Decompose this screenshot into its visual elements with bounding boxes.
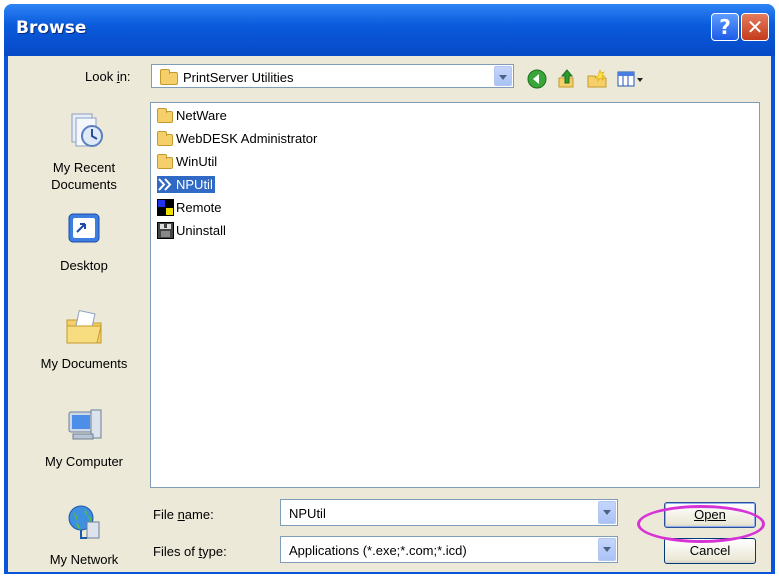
folder-icon bbox=[157, 130, 174, 147]
place-my-documents[interactable]: My Documents bbox=[26, 306, 142, 372]
title-bar[interactable]: Browse ? ✕ bbox=[4, 4, 775, 56]
list-item[interactable]: WebDESK Administrator bbox=[157, 130, 319, 150]
list-item[interactable]: NetWare bbox=[157, 107, 229, 127]
place-label: My Documents bbox=[40, 356, 128, 371]
my-computer-icon bbox=[68, 409, 102, 440]
place-label: My Recent bbox=[52, 160, 116, 175]
place-my-recent-documents[interactable]: My Recent Documents bbox=[26, 110, 142, 193]
file-name-label: File name: bbox=[153, 507, 214, 522]
file-list[interactable]: NetWare WebDESK Administrator WinUtil NP… bbox=[150, 102, 760, 488]
new-folder-icon[interactable] bbox=[586, 68, 608, 90]
look-in-label: Look in: bbox=[85, 69, 131, 84]
dialog-body: Look in: PrintServer Utilities My Recent… bbox=[8, 56, 771, 572]
help-button[interactable]: ? bbox=[711, 13, 739, 41]
place-my-network[interactable]: My Network bbox=[26, 502, 142, 568]
my-documents-icon bbox=[66, 309, 102, 344]
look-in-value: PrintServer Utilities bbox=[183, 70, 294, 85]
view-menu-icon[interactable] bbox=[616, 68, 646, 90]
files-of-type-value: Applications (*.exe;*.com;*.icd) bbox=[289, 543, 467, 558]
recent-documents-icon bbox=[71, 113, 103, 147]
list-item[interactable]: Uninstall bbox=[157, 222, 228, 242]
chevron-down-icon[interactable] bbox=[494, 66, 512, 86]
list-item[interactable]: NPUtil bbox=[157, 176, 215, 196]
list-item[interactable]: WinUtil bbox=[157, 153, 219, 173]
chevron-down-icon[interactable] bbox=[598, 501, 616, 524]
places-bar: My Recent Documents Desktop My Documents bbox=[26, 102, 142, 572]
file-name-input[interactable]: NPUtil bbox=[280, 499, 618, 526]
remote-app-icon bbox=[157, 199, 174, 217]
files-of-type-label: Files of type: bbox=[153, 544, 227, 559]
chevron-down-icon[interactable] bbox=[598, 538, 616, 561]
npu-app-icon bbox=[157, 176, 174, 194]
files-of-type-dropdown[interactable]: Applications (*.exe;*.com;*.icd) bbox=[280, 536, 618, 563]
place-label: Desktop bbox=[60, 258, 108, 273]
place-my-computer[interactable]: My Computer bbox=[26, 404, 142, 470]
window-title: Browse bbox=[16, 18, 87, 38]
place-label: Documents bbox=[51, 177, 117, 192]
up-folder-icon[interactable] bbox=[556, 68, 578, 90]
folder-icon bbox=[157, 153, 174, 170]
folder-icon bbox=[157, 107, 174, 124]
desktop-icon bbox=[68, 213, 100, 243]
place-label: My Network bbox=[49, 552, 119, 567]
back-icon[interactable] bbox=[526, 68, 548, 90]
place-desktop[interactable]: Desktop bbox=[26, 208, 142, 274]
my-network-icon bbox=[68, 505, 100, 539]
folder-icon bbox=[160, 69, 178, 86]
browse-dialog: Browse ? ✕ Look in: PrintServer Utilitie… bbox=[4, 4, 775, 574]
close-button[interactable]: ✕ bbox=[741, 13, 769, 41]
uninstall-app-icon bbox=[157, 222, 174, 240]
look-in-dropdown[interactable]: PrintServer Utilities bbox=[151, 64, 514, 88]
file-name-value: NPUtil bbox=[289, 506, 326, 521]
list-item[interactable]: Remote bbox=[157, 199, 224, 219]
highlight-ring bbox=[637, 505, 765, 543]
place-label: My Computer bbox=[44, 454, 124, 469]
